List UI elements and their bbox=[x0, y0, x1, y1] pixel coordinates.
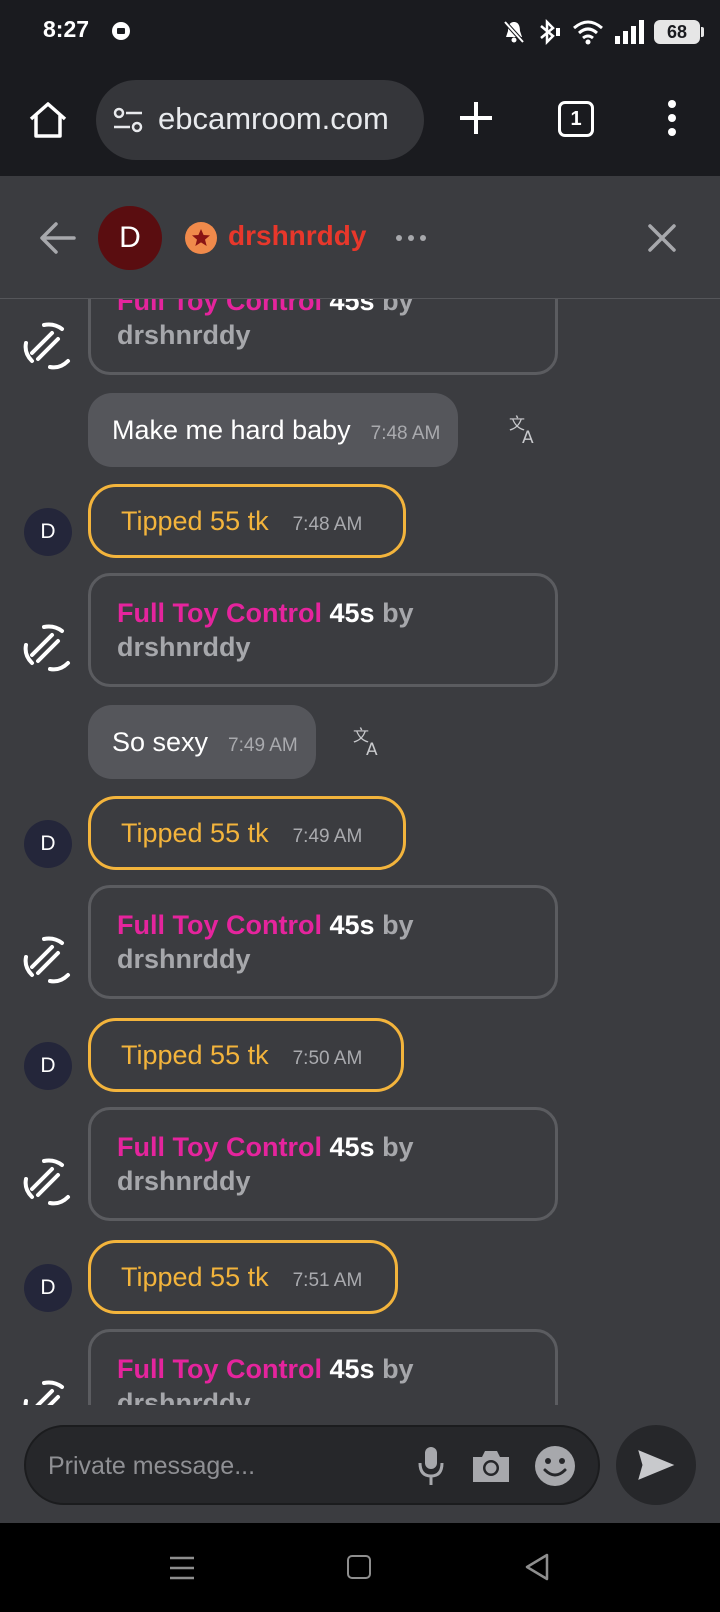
tip-text: Tipped 55 tk bbox=[121, 505, 269, 536]
system-nav-bar bbox=[0, 1523, 720, 1612]
tip-time: 7:51 AM bbox=[292, 1270, 363, 1291]
private-message-input[interactable] bbox=[48, 1447, 388, 1485]
tip-time: 7:49 AM bbox=[292, 826, 363, 847]
toy-by: by bbox=[382, 1354, 414, 1384]
message-list[interactable]: Full Toy Control 45s by drshnrddy Make m… bbox=[0, 299, 720, 1405]
avatar[interactable]: D bbox=[24, 1042, 72, 1090]
close-icon[interactable] bbox=[646, 222, 678, 254]
avatar[interactable]: D bbox=[24, 1264, 72, 1312]
mic-icon[interactable] bbox=[418, 1445, 444, 1487]
toy-duration: 45s bbox=[329, 1132, 375, 1162]
chat-message: Make me hard baby 7:48 AM bbox=[88, 393, 459, 467]
toy-user: drshnrddy bbox=[117, 1388, 251, 1405]
camera-icon[interactable] bbox=[470, 1447, 512, 1485]
more-vert-icon[interactable] bbox=[660, 98, 684, 138]
toy-by: by bbox=[382, 598, 414, 628]
tip-time: 7:50 AM bbox=[292, 1048, 363, 1069]
translate-icon[interactable]: 文 A bbox=[508, 413, 540, 445]
send-button[interactable] bbox=[616, 1425, 696, 1505]
tabs-count-button[interactable]: 1 bbox=[558, 101, 594, 137]
tip-text: Tipped 55 tk bbox=[121, 817, 269, 848]
message-notification-icon bbox=[112, 22, 130, 40]
status-bar: 8:27 68 bbox=[0, 0, 720, 64]
tip-message: Tipped 55 tk 7:49 AM bbox=[88, 796, 406, 870]
toy-user: drshnrddy bbox=[117, 944, 251, 974]
toy-duration: 45s bbox=[329, 598, 375, 628]
status-icons: 68 bbox=[502, 18, 704, 46]
translate-icon[interactable]: 文 A bbox=[352, 725, 384, 757]
toy-by: by bbox=[382, 1132, 414, 1162]
browser-toolbar: ebcamroom.com 1 bbox=[0, 64, 720, 176]
chat-message: So sexy 7:49 AM bbox=[88, 705, 316, 779]
chat-username[interactable]: drshnrddy bbox=[228, 220, 366, 252]
toy-duration: 45s bbox=[329, 1354, 375, 1384]
home-icon[interactable] bbox=[26, 98, 70, 142]
toy-vibration-icon bbox=[23, 1380, 64, 1405]
toy-title: Full Toy Control bbox=[117, 299, 322, 316]
signal-icon bbox=[615, 20, 644, 44]
toy-control-message: Full Toy Control 45s by drshnrddy bbox=[88, 299, 558, 375]
address-bar[interactable]: ebcamroom.com bbox=[96, 80, 424, 160]
star-icon bbox=[185, 222, 217, 254]
more-horiz-icon[interactable] bbox=[394, 228, 428, 248]
toy-title: Full Toy Control bbox=[117, 1354, 322, 1384]
message-time: 7:49 AM bbox=[228, 735, 298, 756]
tip-message: Tipped 55 tk 7:51 AM bbox=[88, 1240, 398, 1314]
avatar[interactable]: D bbox=[24, 508, 72, 556]
toy-by: by bbox=[382, 299, 414, 316]
avatar[interactable]: D bbox=[98, 206, 162, 270]
tip-time: 7:48 AM bbox=[292, 514, 363, 535]
toy-vibration-icon bbox=[23, 936, 70, 984]
svg-text:A: A bbox=[522, 428, 534, 445]
mute-icon bbox=[503, 20, 525, 44]
toy-user: drshnrddy bbox=[117, 320, 251, 350]
toy-title: Full Toy Control bbox=[117, 598, 322, 628]
nav-home-icon[interactable] bbox=[347, 1555, 371, 1579]
message-input-bar bbox=[0, 1405, 720, 1523]
toy-title: Full Toy Control bbox=[117, 1132, 322, 1162]
svg-text:A: A bbox=[366, 740, 378, 757]
toy-duration: 45s bbox=[329, 910, 375, 940]
battery-icon: 68 bbox=[654, 20, 704, 44]
toy-control-message: Full Toy Control 45s by drshnrddy bbox=[88, 1329, 558, 1405]
toy-title: Full Toy Control bbox=[117, 910, 322, 940]
chat-header: D drshnrddy bbox=[0, 176, 720, 299]
nav-back-icon[interactable] bbox=[524, 1553, 550, 1581]
toy-vibration-icon bbox=[23, 624, 70, 672]
toy-user: drshnrddy bbox=[117, 1166, 251, 1196]
message-input-container[interactable] bbox=[24, 1425, 600, 1505]
toy-control-message: Full Toy Control 45s by drshnrddy bbox=[88, 573, 558, 687]
tip-message: Tipped 55 tk 7:50 AM bbox=[88, 1018, 404, 1092]
emoji-icon[interactable] bbox=[534, 1445, 576, 1487]
toy-duration: 45s bbox=[329, 299, 375, 316]
toy-vibration-icon bbox=[23, 1158, 70, 1206]
toy-control-message: Full Toy Control 45s by drshnrddy bbox=[88, 1107, 558, 1221]
tip-text: Tipped 55 tk bbox=[121, 1261, 269, 1292]
tip-text: Tipped 55 tk bbox=[121, 1039, 269, 1070]
status-time: 8:27 bbox=[43, 16, 90, 42]
toy-user: drshnrddy bbox=[117, 632, 251, 662]
message-text: So sexy bbox=[112, 726, 209, 757]
site-settings-icon[interactable] bbox=[112, 106, 144, 134]
tip-message: Tipped 55 tk 7:48 AM bbox=[88, 484, 406, 558]
message-text: Make me hard baby bbox=[112, 414, 351, 445]
bluetooth-icon bbox=[540, 19, 560, 45]
toy-control-message: Full Toy Control 45s by drshnrddy bbox=[88, 885, 558, 999]
new-tab-plus-icon[interactable] bbox=[456, 98, 496, 138]
toy-by: by bbox=[382, 910, 414, 940]
recents-icon[interactable] bbox=[168, 1555, 196, 1581]
url-text[interactable]: ebcamroom.com bbox=[158, 101, 389, 137]
avatar[interactable]: D bbox=[24, 820, 72, 868]
back-arrow-icon[interactable] bbox=[38, 220, 78, 256]
wifi-icon bbox=[573, 20, 603, 45]
message-time: 7:48 AM bbox=[370, 423, 441, 444]
send-icon bbox=[638, 1450, 675, 1480]
toy-vibration-icon bbox=[23, 322, 70, 370]
